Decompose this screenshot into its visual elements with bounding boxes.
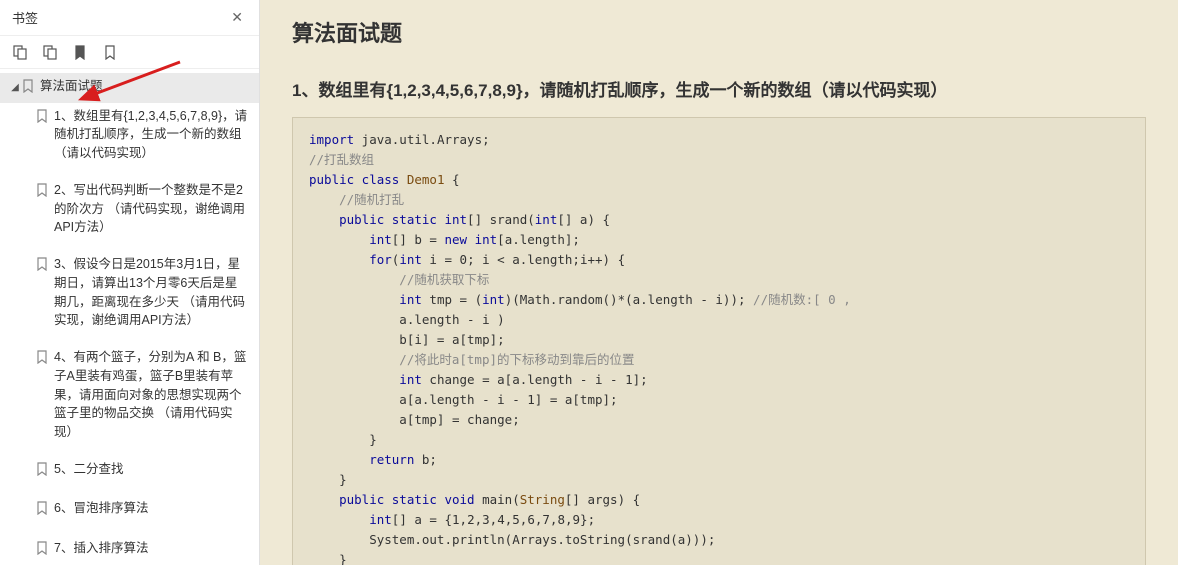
tree-item-label: 5、二分查找 (54, 460, 249, 479)
code-block-1[interactable]: import java.util.Arrays; //打乱数组 public c… (292, 117, 1146, 565)
tree-root-item[interactable]: ◢ 算法面试题 (0, 73, 259, 103)
tree-item-label: 4、有两个篮子，分别为A 和 B，篮子A里装有鸡蛋，篮子B里装有苹果，请用面向对… (54, 348, 249, 442)
tree-item-label: 6、冒泡排序算法 (54, 499, 249, 518)
tree-item-label: 7、插入排序算法 (54, 539, 249, 558)
tree-item[interactable]: 6、冒泡排序算法 (0, 495, 259, 525)
bookmark-icon (22, 79, 34, 99)
sidebar-toolbar (0, 36, 259, 69)
tree-item[interactable]: 2、写出代码判断一个整数是不是2的阶次方 （请代码实现，谢绝调用API方法） (0, 177, 259, 241)
tree-root-label: 算法面试题 (40, 77, 249, 96)
bookmark-icon (36, 501, 48, 521)
sidebar-header: 书签 ✕ (0, 0, 259, 36)
tree-item[interactable]: 3、假设今日是2015年3月1日，星期日，请算出13个月零6天后是星期几，距离现… (0, 251, 259, 334)
tree-item[interactable]: 5、二分查找 (0, 456, 259, 486)
section-1: 1、数组里有{1,2,3,4,5,6,7,8,9}，请随机打乱顺序，生成一个新的… (292, 76, 1146, 565)
tree-item-label: 3、假设今日是2015年3月1日，星期日，请算出13个月零6天后是星期几，距离现… (54, 255, 249, 330)
expand-all-icon[interactable] (12, 44, 28, 60)
close-icon[interactable]: ✕ (227, 9, 247, 26)
tree-item-label: 2、写出代码判断一个整数是不是2的阶次方 （请代码实现，谢绝调用API方法） (54, 181, 249, 237)
main-content[interactable]: 算法面试题 1、数组里有{1,2,3,4,5,6,7,8,9}，请随机打乱顺序，… (260, 0, 1178, 565)
page-title: 算法面试题 (292, 16, 1146, 48)
bookmark-filled-icon[interactable] (72, 44, 88, 60)
tree-item[interactable]: 4、有两个篮子，分别为A 和 B，篮子A里装有鸡蛋，篮子B里装有苹果，请用面向对… (0, 344, 259, 446)
section-1-title: 1、数组里有{1,2,3,4,5,6,7,8,9}，请随机打乱顺序，生成一个新的… (292, 76, 1146, 101)
bookmarks-sidebar: 书签 ✕ ◢ 算法面试题 1、数组里有{1,2,3,4,5,6,7,8,9}，请… (0, 0, 260, 565)
bookmark-icon (36, 541, 48, 561)
bookmark-tree[interactable]: ◢ 算法面试题 1、数组里有{1,2,3,4,5,6,7,8,9}，请随机打乱顺… (0, 69, 259, 565)
bookmark-icon (36, 462, 48, 482)
tree-item[interactable]: 1、数组里有{1,2,3,4,5,6,7,8,9}，请随机打乱顺序，生成一个新的… (0, 103, 259, 167)
bookmark-icon (36, 183, 48, 203)
caret-down-icon: ◢ (10, 80, 20, 95)
bookmark-icon[interactable] (102, 44, 118, 60)
tree-item[interactable]: 7、插入排序算法 (0, 535, 259, 565)
bookmark-icon (36, 350, 48, 370)
bookmark-icon (36, 257, 48, 277)
tree-item-label: 1、数组里有{1,2,3,4,5,6,7,8,9}，请随机打乱顺序，生成一个新的… (54, 107, 249, 163)
sidebar-title: 书签 (12, 8, 38, 27)
bookmark-icon (36, 109, 48, 129)
collapse-all-icon[interactable] (42, 44, 58, 60)
